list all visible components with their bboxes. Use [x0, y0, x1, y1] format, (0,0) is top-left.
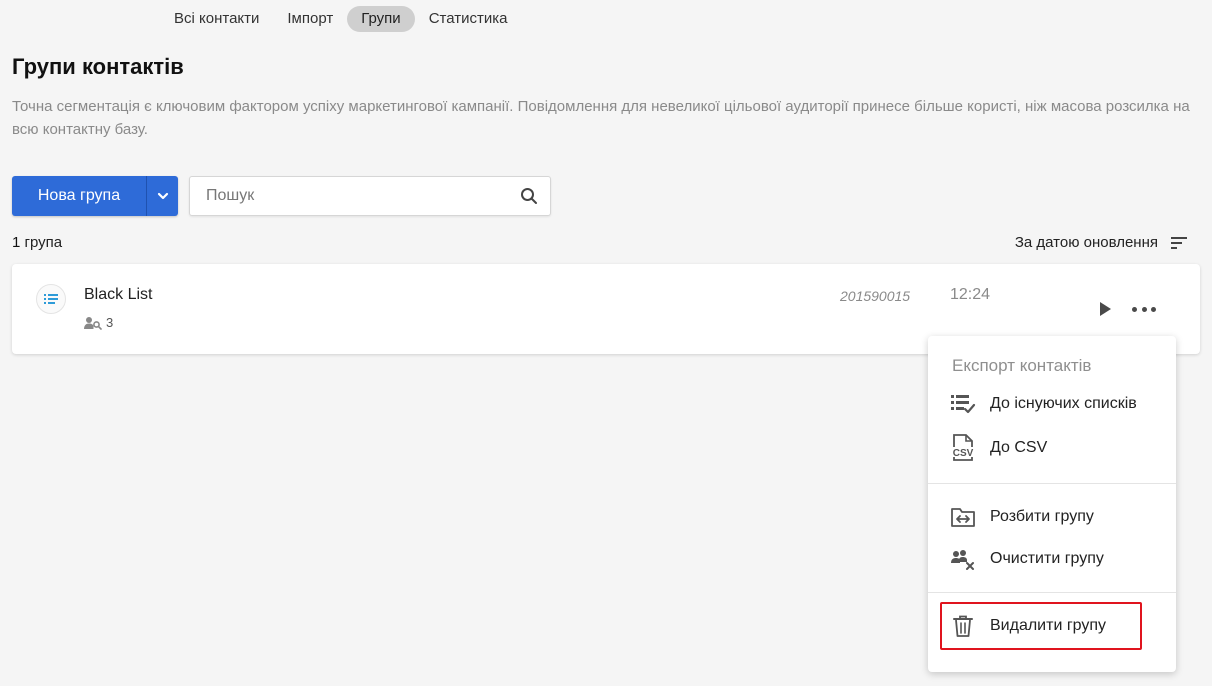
menu-item-split-group[interactable]: Розбити групу	[928, 497, 1176, 537]
menu-item-clear-group[interactable]: Очистити групу	[928, 539, 1176, 579]
new-group-dropdown-button[interactable]	[147, 176, 178, 216]
page-description: Точна сегментація є ключовим фактором ус…	[12, 98, 1190, 138]
group-name[interactable]: Black List	[84, 286, 152, 304]
tab-import[interactable]: Імпорт	[273, 6, 347, 32]
search-box	[189, 176, 551, 216]
groups-page: Всі контакти Імпорт Групи Статистика Гру…	[0, 0, 1212, 686]
group-count: 1 група	[12, 234, 62, 251]
new-group-split-button: Нова група	[12, 176, 178, 216]
menu-item-label: Розбити групу	[990, 508, 1094, 525]
play-icon[interactable]	[1096, 300, 1114, 318]
menu-item-export-csv[interactable]: CSV До CSV	[928, 428, 1176, 468]
new-group-button[interactable]: Нова група	[12, 176, 146, 216]
trash-icon	[950, 613, 976, 639]
csv-file-icon: CSV	[950, 434, 976, 461]
menu-item-label: До CSV	[990, 439, 1048, 456]
menu-header-export: Експорт контактів	[952, 356, 1092, 375]
user-search-icon	[84, 316, 102, 330]
more-options-icon[interactable]	[1132, 302, 1156, 316]
menu-item-label: До існуючих списків	[990, 395, 1137, 412]
group-id: 201590015	[840, 288, 911, 304]
group-count-label: група	[24, 234, 63, 251]
top-tabs: Всі контакти Імпорт Групи Статистика	[160, 6, 521, 32]
split-folder-icon	[950, 504, 976, 530]
menu-item-export-to-lists[interactable]: До існуючих списків	[928, 384, 1176, 424]
members-count: 3	[84, 315, 113, 330]
menu-item-label: Видалити групу	[990, 617, 1107, 634]
tab-statistics[interactable]: Статистика	[415, 6, 522, 32]
search-icon[interactable]	[520, 187, 538, 205]
sort-label: За датою оновлення	[1014, 234, 1158, 251]
search-input[interactable]	[190, 177, 510, 215]
tab-groups[interactable]: Групи	[347, 6, 415, 32]
menu-divider	[928, 483, 1176, 484]
menu-item-label: Очистити групу	[990, 550, 1104, 567]
tab-all-contacts[interactable]: Всі контакти	[160, 6, 273, 32]
page-title: Групи контактів	[12, 54, 184, 79]
menu-item-delete-group[interactable]: Видалити групу	[928, 606, 1176, 646]
group-actions-menu: Експорт контактів До існуючих списків CS…	[928, 336, 1176, 672]
sort-icon	[1171, 236, 1187, 249]
members-number: 3	[106, 315, 114, 330]
menu-divider	[928, 592, 1176, 593]
chevron-down-icon	[157, 192, 168, 200]
list-check-icon	[950, 391, 976, 417]
svg-text:CSV: CSV	[953, 448, 974, 459]
list-icon	[36, 284, 66, 314]
group-updated-time: 12:24	[950, 286, 991, 303]
sort-control[interactable]: За датою оновлення	[1015, 234, 1188, 251]
group-count-number: 1	[12, 234, 21, 251]
users-remove-icon	[950, 546, 976, 572]
